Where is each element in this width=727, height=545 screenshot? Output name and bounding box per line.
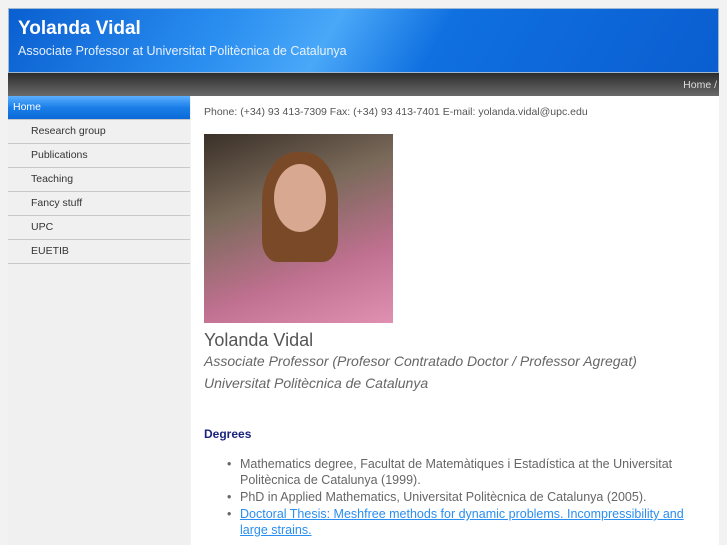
site-header: Yolanda Vidal Associate Professor at Uni… [8,8,719,73]
sidebar-item-upc[interactable]: UPC [8,216,190,240]
sidebar-item-euetib[interactable]: EUETIB [8,240,190,264]
profile-position: Associate Professor (Profesor Contratado… [204,353,637,369]
sidebar-item-fancy-stuff[interactable]: Fancy stuff [8,192,190,216]
list-item: PhD in Applied Mathematics, Universitat … [227,489,705,505]
sidebar-item-research-group[interactable]: Research group [8,120,190,144]
site-subtitle: Associate Professor at Universitat Polit… [18,44,347,58]
sidebar-item-teaching[interactable]: Teaching [8,168,190,192]
list-item: Mathematics degree, Facultat de Matemàti… [227,456,705,488]
list-item: Doctoral Thesis: Meshfree methods for dy… [227,506,705,538]
breadcrumb[interactable]: Home / [683,79,717,91]
degrees-list: Mathematics degree, Facultat de Matemàti… [227,456,705,539]
main-content: Phone: (+34) 93 413-7309 Fax: (+34) 93 4… [191,96,719,545]
site-title: Yolanda Vidal [18,18,141,39]
doctoral-thesis-link[interactable]: Doctoral Thesis: Meshfree methods for dy… [240,507,684,537]
profile-name: Yolanda Vidal [204,330,314,350]
sidebar-item-publications[interactable]: Publications [8,144,190,168]
profile-photo [204,134,393,323]
sidebar: Home Research group Publications Teachin… [8,96,190,545]
contact-info: Phone: (+34) 93 413-7309 Fax: (+34) 93 4… [204,106,588,118]
profile-institution: Universitat Politècnica de Catalunya [204,375,429,391]
breadcrumb-bar: Home / [8,73,719,96]
degrees-heading: Degrees [204,427,252,441]
sidebar-item-home[interactable]: Home [8,96,190,120]
